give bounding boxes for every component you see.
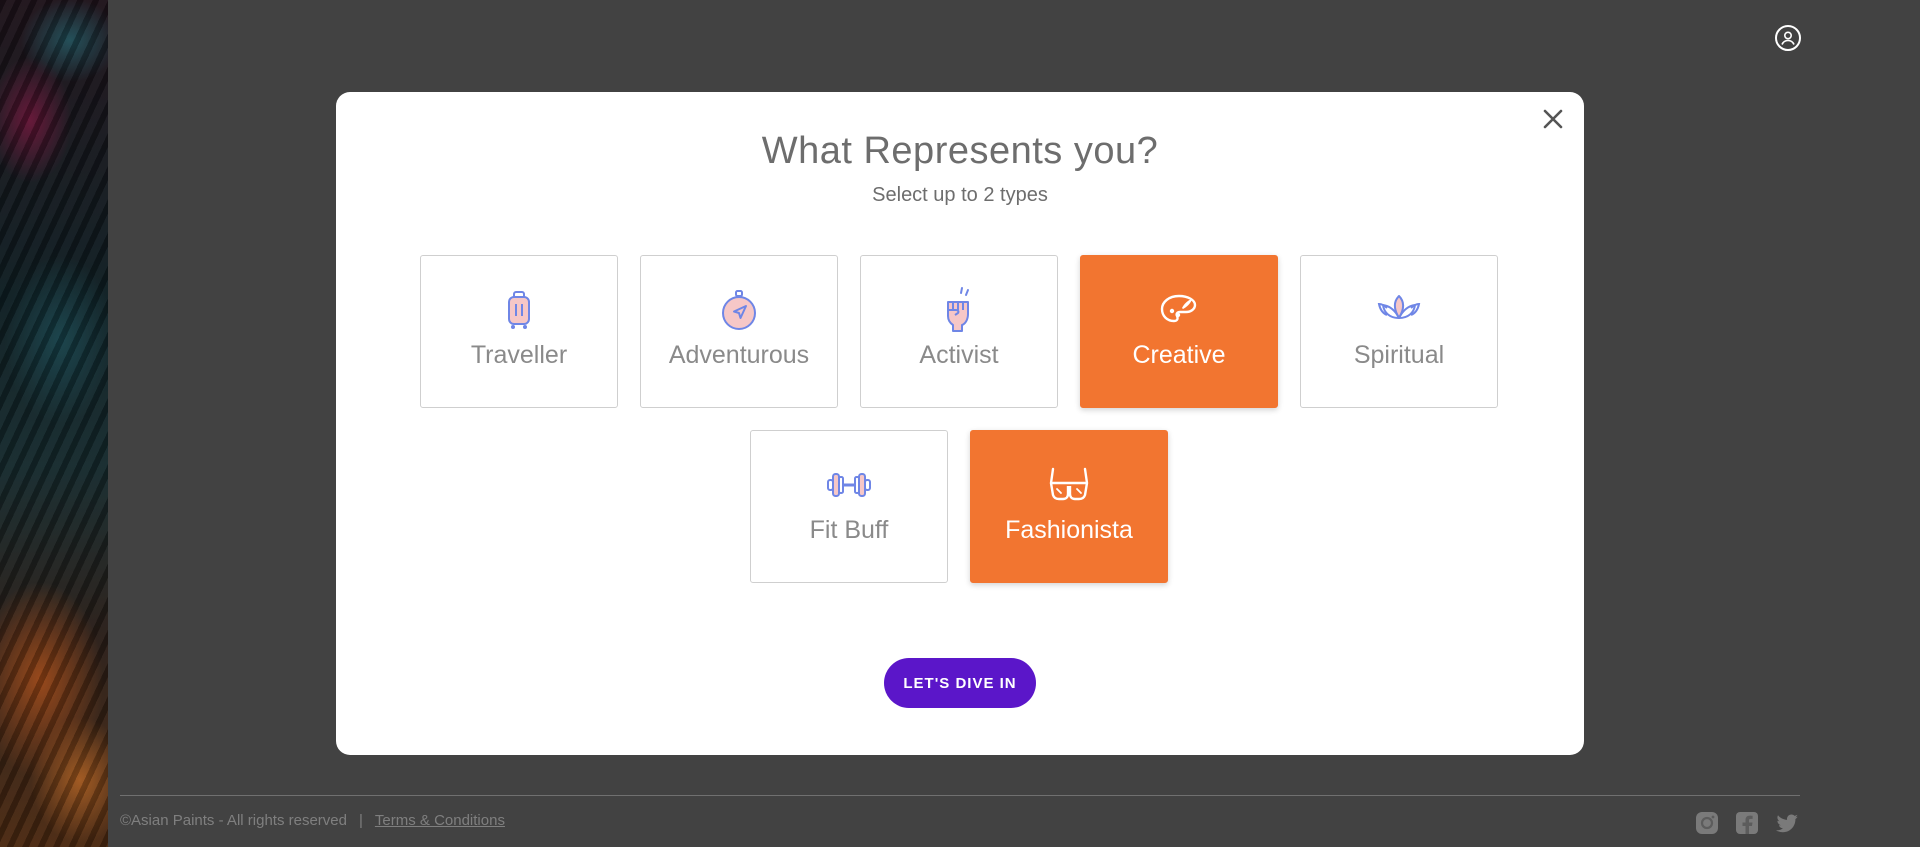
lotus-icon <box>1375 286 1423 334</box>
copyright-text: ©Asian Paints - All rights reserved <box>120 812 347 829</box>
modal-subtitle: Select up to 2 types <box>872 184 1048 206</box>
dumbbell-icon <box>825 461 873 509</box>
option-label: Adventurous <box>668 341 810 369</box>
facebook-icon[interactable] <box>1734 810 1760 836</box>
twitter-icon[interactable] <box>1774 810 1800 836</box>
footer-text: ©Asian Paints - All rights reserved | Te… <box>120 812 505 829</box>
persona-modal: What Represents you? Select up to 2 type… <box>336 92 1584 755</box>
option-label: Fashionista <box>1005 516 1133 544</box>
option-spiritual[interactable]: Spiritual <box>1300 255 1498 408</box>
option-creative[interactable]: Creative <box>1080 255 1278 408</box>
terms-link[interactable]: Terms & Conditions <box>375 812 505 829</box>
raised-fist-icon <box>935 286 983 334</box>
option-label: Traveller <box>470 341 568 369</box>
option-label: Activist <box>919 341 999 369</box>
footer-separator: | <box>358 812 363 829</box>
option-label: Creative <box>1132 341 1226 369</box>
profile-button[interactable] <box>1775 25 1801 51</box>
option-label: Spiritual <box>1353 341 1445 369</box>
modal-title: What Represents you? <box>761 130 1159 172</box>
option-activist[interactable]: Activist <box>860 255 1058 408</box>
option-fashionista[interactable]: Fashionista <box>970 430 1168 583</box>
footer-divider <box>120 795 1800 796</box>
option-fit-buff[interactable]: Fit Buff <box>750 430 948 583</box>
instagram-icon[interactable] <box>1694 810 1720 836</box>
palette-icon <box>1155 286 1203 334</box>
sunglasses-icon <box>1045 461 1093 509</box>
close-icon <box>1543 109 1563 129</box>
user-circle-icon <box>1781 31 1795 45</box>
option-label: Fit Buff <box>809 516 889 544</box>
suitcase-icon <box>495 286 543 334</box>
lets-dive-in-button[interactable]: LET'S DIVE IN <box>884 658 1036 708</box>
option-traveller[interactable]: Traveller <box>420 255 618 408</box>
option-adventurous[interactable]: Adventurous <box>640 255 838 408</box>
compass-icon <box>715 286 763 334</box>
